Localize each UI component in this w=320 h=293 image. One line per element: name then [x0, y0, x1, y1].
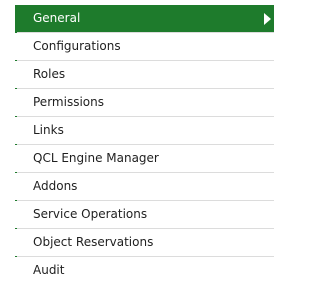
- menu-item-label: Roles: [33, 67, 66, 81]
- menu-item-roles[interactable]: Roles: [15, 61, 274, 88]
- menu-item-permissions[interactable]: Permissions: [15, 89, 274, 116]
- menu-item-service-operations[interactable]: Service Operations: [15, 201, 274, 228]
- chevron-right-icon: [264, 13, 271, 25]
- menu-item-label: Object Reservations: [33, 235, 154, 249]
- menu-item-addons[interactable]: Addons: [15, 173, 274, 200]
- menu-item-label: Service Operations: [33, 207, 148, 221]
- menu-item-configurations[interactable]: Configurations: [15, 33, 274, 60]
- menu-item-label: Links: [33, 123, 64, 137]
- menu-item-label: Audit: [33, 263, 65, 277]
- menu-item-links[interactable]: Links: [15, 117, 274, 144]
- menu-item-label: General: [33, 11, 81, 25]
- menu-item-general[interactable]: General: [15, 5, 274, 32]
- settings-side-menu: General Configurations Roles Permissions…: [0, 0, 274, 293]
- menu-item-label: Configurations: [33, 39, 121, 53]
- menu-item-object-reservations[interactable]: Object Reservations: [15, 229, 274, 256]
- menu-item-audit[interactable]: Audit: [15, 257, 274, 293]
- menu-item-label: Permissions: [33, 95, 104, 109]
- menu-item-label: QCL Engine Manager: [33, 151, 159, 165]
- menu-item-label: Addons: [33, 179, 78, 193]
- menu-item-qcl-engine-manager[interactable]: QCL Engine Manager: [15, 145, 274, 172]
